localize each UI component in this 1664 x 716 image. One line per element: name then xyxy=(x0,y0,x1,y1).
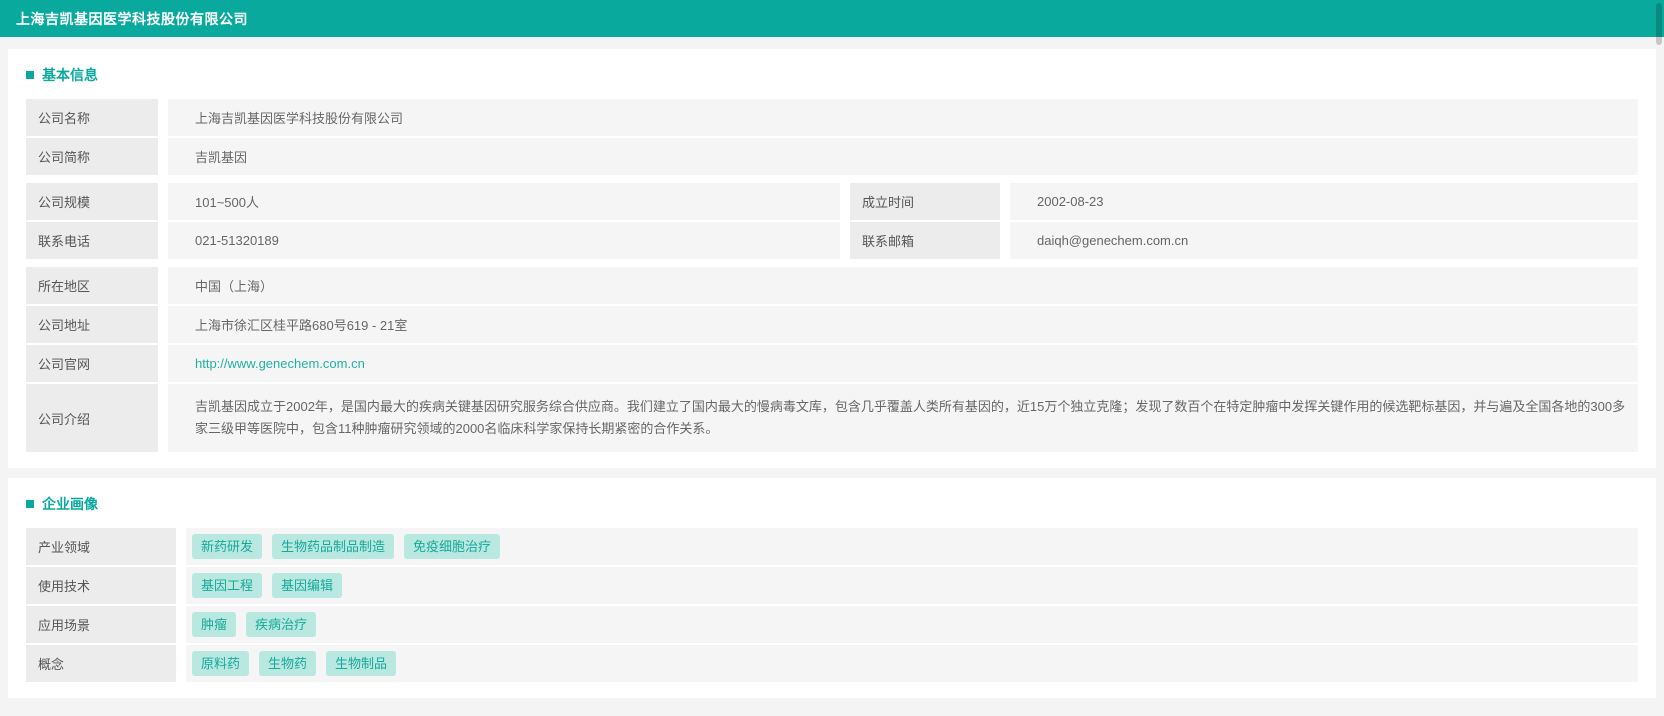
table-row-address: 公司地址 上海市徐汇区桂平路680号619 - 21室 xyxy=(26,306,1638,343)
table-row-industry: 产业领域 新药研发 生物药品制品制造 免疫细胞治疗 xyxy=(26,528,1638,565)
field-value-region: 中国（上海） xyxy=(168,267,1638,304)
field-label-email: 联系邮箱 xyxy=(850,222,1000,259)
portrait-table: 产业领域 新药研发 生物药品制品制造 免疫细胞治疗 使用技术 基因工程 基因编辑… xyxy=(26,528,1638,682)
field-value-company-size: 101~500人 xyxy=(168,183,840,220)
field-label-scenario: 应用场景 xyxy=(26,606,176,643)
industry-tag[interactable]: 新药研发 xyxy=(192,534,263,559)
square-bullet-icon xyxy=(26,500,34,508)
field-value-intro: 吉凯基因成立于2002年，是国内最大的疾病关键基因研究服务综合供应商。我们建立了… xyxy=(168,384,1638,452)
table-row-concept: 概念 原料药 生物药 生物制品 xyxy=(26,645,1638,682)
field-value-company-name: 上海吉凯基因医学科技股份有限公司 xyxy=(168,99,1638,136)
company-website-link[interactable]: http://www.genechem.com.cn xyxy=(195,356,365,371)
basic-info-card: 基本信息 公司名称 上海吉凯基因医学科技股份有限公司 公司简称 吉凯基因 公司规… xyxy=(8,49,1656,468)
field-label-company-name: 公司名称 xyxy=(26,99,158,136)
page-content: 基本信息 公司名称 上海吉凯基因医学科技股份有限公司 公司简称 吉凯基因 公司规… xyxy=(0,37,1664,716)
basic-info-group-contact: 公司规模 101~500人 成立时间 2002-08-23 联系电话 021-5… xyxy=(26,183,1638,259)
scenario-tag[interactable]: 肿瘤 xyxy=(192,612,237,637)
basic-info-table: 公司名称 上海吉凯基因医学科技股份有限公司 公司简称 吉凯基因 公司规模 101… xyxy=(26,99,1638,452)
table-row-phone-email: 联系电话 021-51320189 联系邮箱 daiqh@genechem.co… xyxy=(26,222,1638,259)
field-label-intro: 公司介绍 xyxy=(26,384,158,452)
portrait-section-title: 企业画像 xyxy=(26,494,1646,514)
field-label-company-size: 公司规模 xyxy=(26,183,158,220)
field-value-scenario: 肿瘤 疾病治疗 xyxy=(186,606,1638,643)
basic-info-section-title: 基本信息 xyxy=(26,65,1646,85)
field-value-founded: 2002-08-23 xyxy=(1010,183,1638,220)
field-value-company-short: 吉凯基因 xyxy=(168,138,1638,175)
technology-tag[interactable]: 基因工程 xyxy=(192,573,263,598)
technology-tag[interactable]: 基因编辑 xyxy=(272,573,343,598)
scenario-tag[interactable]: 疾病治疗 xyxy=(246,612,317,637)
square-bullet-icon xyxy=(26,71,34,79)
page-header: 上海吉凯基因医学科技股份有限公司 xyxy=(0,0,1664,45)
field-label-concept: 概念 xyxy=(26,645,176,682)
concept-tag[interactable]: 生物制品 xyxy=(326,651,397,676)
concept-tag[interactable]: 生物药 xyxy=(259,651,317,676)
table-row-size-founded: 公司规模 101~500人 成立时间 2002-08-23 xyxy=(26,183,1638,220)
field-label-website: 公司官网 xyxy=(26,345,158,382)
table-row-technology: 使用技术 基因工程 基因编辑 xyxy=(26,567,1638,604)
scrollbar-thumb[interactable] xyxy=(1656,3,1662,45)
portrait-card: 企业画像 产业领域 新药研发 生物药品制品制造 免疫细胞治疗 使用技术 基因工程… xyxy=(8,478,1656,698)
field-label-technology: 使用技术 xyxy=(26,567,176,604)
industry-tag[interactable]: 免疫细胞治疗 xyxy=(404,534,501,559)
field-value-website: http://www.genechem.com.cn xyxy=(168,345,1638,382)
field-value-phone: 021-51320189 xyxy=(168,222,840,259)
table-row-company-name: 公司名称 上海吉凯基因医学科技股份有限公司 xyxy=(26,99,1638,136)
company-title: 上海吉凯基因医学科技股份有限公司 xyxy=(16,10,248,27)
basic-info-group-name: 公司名称 上海吉凯基因医学科技股份有限公司 公司简称 吉凯基因 xyxy=(26,99,1638,175)
field-label-phone: 联系电话 xyxy=(26,222,158,259)
table-row-region: 所在地区 中国（上海） xyxy=(26,267,1638,304)
concept-tag[interactable]: 原料药 xyxy=(192,651,250,676)
field-label-address: 公司地址 xyxy=(26,306,158,343)
field-value-industry: 新药研发 生物药品制品制造 免疫细胞治疗 xyxy=(186,528,1638,565)
field-value-email: daiqh@genechem.com.cn xyxy=(1010,222,1638,259)
field-value-address: 上海市徐汇区桂平路680号619 - 21室 xyxy=(168,306,1638,343)
section-title-text: 企业画像 xyxy=(42,496,98,512)
field-label-company-short: 公司简称 xyxy=(26,138,158,175)
industry-tag[interactable]: 生物药品制品制造 xyxy=(272,534,395,559)
field-label-region: 所在地区 xyxy=(26,267,158,304)
table-row-scenario: 应用场景 肿瘤 疾病治疗 xyxy=(26,606,1638,643)
table-row-website: 公司官网 http://www.genechem.com.cn xyxy=(26,345,1638,382)
field-value-concept: 原料药 生物药 生物制品 xyxy=(186,645,1638,682)
basic-info-group-location: 所在地区 中国（上海） 公司地址 上海市徐汇区桂平路680号619 - 21室 … xyxy=(26,267,1638,452)
field-label-industry: 产业领域 xyxy=(26,528,176,565)
table-row-company-short: 公司简称 吉凯基因 xyxy=(26,138,1638,175)
field-value-technology: 基因工程 基因编辑 xyxy=(186,567,1638,604)
table-row-intro: 公司介绍 吉凯基因成立于2002年，是国内最大的疾病关键基因研究服务综合供应商。… xyxy=(26,384,1638,452)
section-title-text: 基本信息 xyxy=(42,67,98,83)
field-label-founded: 成立时间 xyxy=(850,183,1000,220)
